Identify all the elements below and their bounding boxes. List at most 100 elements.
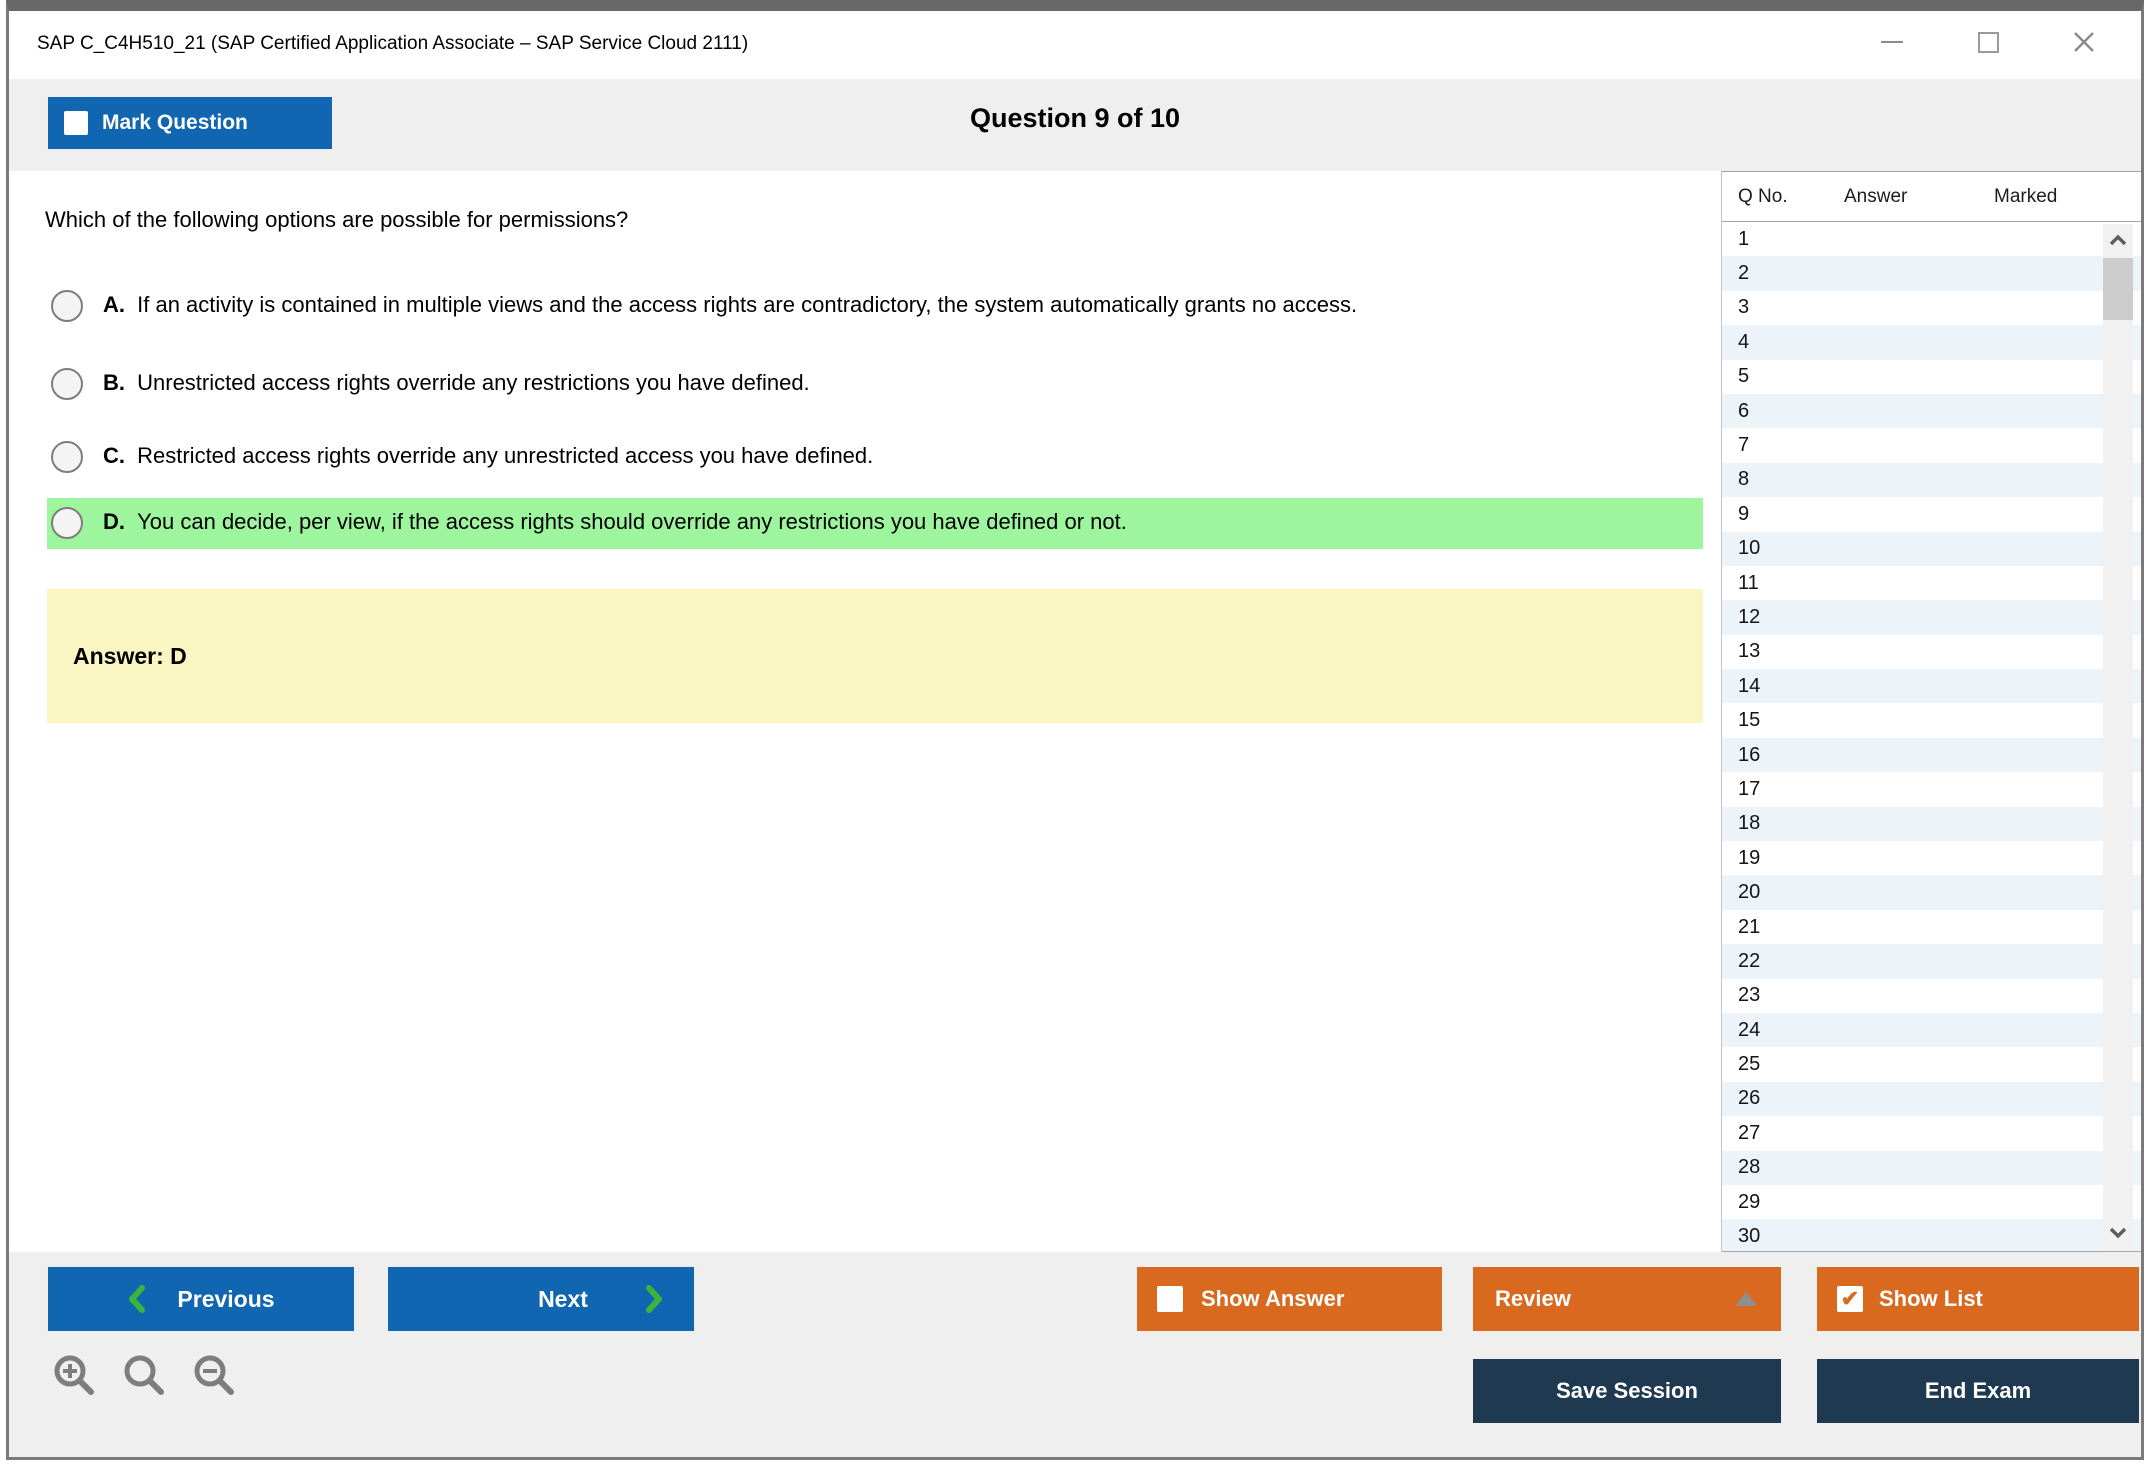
zoom-out-icon[interactable]: [191, 1352, 239, 1400]
mark-question-label: Mark Question: [102, 111, 248, 135]
scroll-down-button[interactable]: [2103, 1217, 2133, 1249]
question-list-row[interactable]: 11: [1722, 566, 2141, 600]
question-list-row[interactable]: 8: [1722, 463, 2141, 497]
row-q-no: 15: [1738, 709, 1844, 732]
radio-button-icon[interactable]: [51, 290, 83, 322]
question-list-row[interactable]: 18: [1722, 807, 2141, 841]
previous-button[interactable]: Previous: [48, 1267, 354, 1331]
answer-option[interactable]: A. If an activity is contained in multip…: [47, 281, 1703, 333]
question-list-row[interactable]: 28: [1722, 1151, 2141, 1185]
option-text: You can decide, per view, if the access …: [137, 509, 1127, 534]
question-list-row[interactable]: 4: [1722, 325, 2141, 359]
close-icon: [2072, 30, 2096, 54]
radio-button-icon[interactable]: [51, 507, 83, 539]
mark-question-button[interactable]: Mark Question: [48, 97, 332, 149]
answer-option[interactable]: B. Unrestricted access rights override a…: [47, 359, 1703, 411]
end-exam-button[interactable]: End Exam: [1817, 1359, 2139, 1423]
save-session-button[interactable]: Save Session: [1473, 1359, 1781, 1423]
show-list-button[interactable]: ✔ Show List: [1817, 1267, 2139, 1331]
question-list-row[interactable]: 29: [1722, 1185, 2141, 1219]
question-list-row[interactable]: 9: [1722, 497, 2141, 531]
row-q-no: 8: [1738, 468, 1844, 491]
row-q-no: 30: [1738, 1225, 1844, 1248]
answer-option[interactable]: D. You can decide, per view, if the acce…: [47, 498, 1703, 550]
question-list-row[interactable]: 25: [1722, 1047, 2141, 1081]
row-q-no: 12: [1738, 606, 1844, 629]
question-list-row[interactable]: 3: [1722, 291, 2141, 325]
row-q-no: 18: [1738, 812, 1844, 835]
row-q-no: 6: [1738, 400, 1844, 423]
close-button[interactable]: [2067, 25, 2101, 59]
row-q-no: 11: [1738, 572, 1844, 595]
question-list-row[interactable]: 22: [1722, 944, 2141, 978]
row-q-no: 21: [1738, 916, 1844, 939]
column-marked: Marked: [1994, 186, 2141, 208]
next-label: Next: [538, 1286, 588, 1313]
radio-button-icon[interactable]: [51, 368, 83, 400]
question-list-row[interactable]: 1: [1722, 222, 2141, 256]
previous-label: Previous: [177, 1286, 274, 1313]
show-answer-checkbox[interactable]: [1157, 1286, 1183, 1312]
question-list-row[interactable]: 26: [1722, 1082, 2141, 1116]
footer-toolbar: Previous Next Show Answer Review ✔ Show …: [9, 1252, 2141, 1457]
question-list-row[interactable]: 21: [1722, 910, 2141, 944]
review-button[interactable]: Review: [1473, 1267, 1781, 1331]
option-letter: B.: [103, 370, 131, 395]
question-list-row[interactable]: 13: [1722, 635, 2141, 669]
question-list-panel: Q No. Answer Marked 1 2 3 4 5 6 7 8: [1721, 171, 2141, 1252]
row-q-no: 28: [1738, 1156, 1844, 1179]
zoom-toolbar: [51, 1352, 239, 1400]
row-q-no: 2: [1738, 262, 1844, 285]
row-q-no: 29: [1738, 1191, 1844, 1214]
maximize-button[interactable]: [1971, 25, 2005, 59]
question-list-row[interactable]: 19: [1722, 841, 2141, 875]
option-letter: D.: [103, 509, 131, 534]
question-list-row[interactable]: 15: [1722, 703, 2141, 737]
row-q-no: 9: [1738, 503, 1844, 526]
window-title: SAP C_C4H510_21 (SAP Certified Applicati…: [37, 33, 748, 55]
radio-button-icon[interactable]: [51, 441, 83, 473]
row-q-no: 25: [1738, 1053, 1844, 1076]
column-answer: Answer: [1844, 186, 1994, 208]
option-letter: A.: [103, 292, 131, 317]
save-session-label: Save Session: [1556, 1378, 1698, 1404]
question-list-row[interactable]: 6: [1722, 394, 2141, 428]
show-list-checkbox[interactable]: ✔: [1837, 1286, 1863, 1312]
question-list-scrollbar[interactable]: [2103, 224, 2133, 1249]
zoom-reset-icon[interactable]: [121, 1352, 169, 1400]
question-list-row[interactable]: 20: [1722, 875, 2141, 909]
answer-option[interactable]: C. Restricted access rights override any…: [47, 432, 1703, 484]
row-q-no: 22: [1738, 950, 1844, 973]
review-label: Review: [1495, 1286, 1571, 1312]
column-q-no: Q No.: [1738, 186, 1844, 208]
row-q-no: 5: [1738, 365, 1844, 388]
chevron-left-icon: [127, 1284, 147, 1314]
question-list-row[interactable]: 30: [1722, 1219, 2141, 1252]
scrollbar-thumb[interactable]: [2103, 258, 2133, 320]
question-list-row[interactable]: 27: [1722, 1116, 2141, 1150]
question-list-row[interactable]: 14: [1722, 669, 2141, 703]
question-list-row[interactable]: 5: [1722, 360, 2141, 394]
triangle-up-icon: [1735, 1292, 1757, 1306]
show-answer-button[interactable]: Show Answer: [1137, 1267, 1442, 1331]
minimize-icon: [1881, 41, 1903, 43]
option-text-block: B. Unrestricted access rights override a…: [103, 364, 810, 403]
row-q-no: 26: [1738, 1087, 1844, 1110]
screenshot-stage: SAP C_C4H510_21 (SAP Certified Applicati…: [0, 0, 2150, 1470]
question-list-row[interactable]: 10: [1722, 532, 2141, 566]
next-button[interactable]: Next: [388, 1267, 694, 1331]
zoom-in-icon[interactable]: [51, 1352, 99, 1400]
question-list-row[interactable]: 7: [1722, 428, 2141, 462]
question-list-row[interactable]: 2: [1722, 256, 2141, 290]
header-band: Question 9 of 10 Mark Question: [9, 79, 2141, 171]
question-list-row[interactable]: 16: [1722, 738, 2141, 772]
minimize-button[interactable]: [1875, 25, 1909, 59]
question-list-row[interactable]: 24: [1722, 1013, 2141, 1047]
row-q-no: 14: [1738, 675, 1844, 698]
question-list-row[interactable]: 17: [1722, 772, 2141, 806]
question-list-row[interactable]: 23: [1722, 979, 2141, 1013]
question-list-row[interactable]: 12: [1722, 600, 2141, 634]
mark-question-checkbox[interactable]: [64, 111, 88, 135]
option-text: If an activity is contained in multiple …: [137, 292, 1357, 317]
scroll-up-button[interactable]: [2103, 224, 2133, 256]
